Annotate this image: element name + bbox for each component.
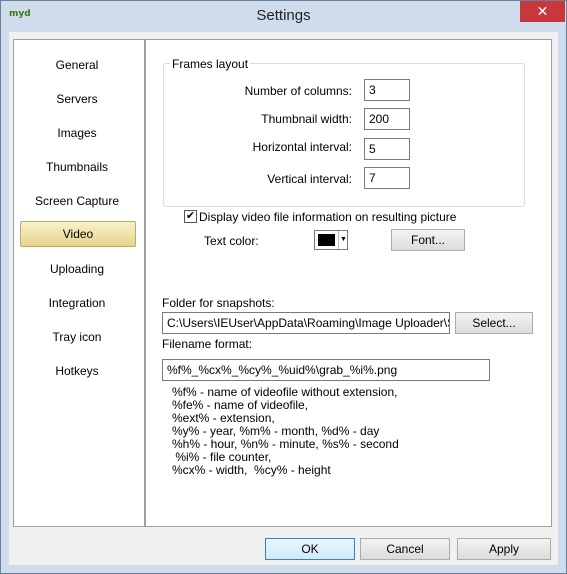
sidebar-item-uploading[interactable]: Uploading <box>20 256 134 282</box>
vertical-interval-label: Vertical interval: <box>267 172 352 186</box>
sidebar-item-images[interactable]: Images <box>20 120 134 146</box>
help-line: %fe% - name of videofile, <box>172 398 309 412</box>
columns-label: Number of columns: <box>244 84 352 98</box>
sidebar-item-tray-icon[interactable]: Tray icon <box>20 324 134 350</box>
sidebar-item-thumbnails[interactable]: Thumbnails <box>20 154 134 180</box>
close-button[interactable]: ✕ <box>520 1 565 22</box>
settings-window: myd Settings ✕ General Servers Images Th… <box>0 0 567 574</box>
text-color-label: Text color: <box>204 234 259 248</box>
video-settings-panel: Frames layout Number of columns: 3 Thumb… <box>145 39 552 527</box>
vertical-interval-input[interactable]: 7 <box>364 167 410 189</box>
display-info-checkbox[interactable]: ✔ <box>184 210 197 223</box>
help-line: %y% - year, %m% - month, %d% - day <box>172 424 380 438</box>
apply-button[interactable]: Apply <box>457 538 551 560</box>
thumbnail-width-input[interactable]: 200 <box>364 108 410 130</box>
color-swatch <box>318 234 335 246</box>
font-button[interactable]: Font... <box>391 229 465 251</box>
display-info-label[interactable]: Display video file information on result… <box>199 210 456 224</box>
select-folder-button[interactable]: Select... <box>455 312 533 334</box>
sidebar-item-hotkeys[interactable]: Hotkeys <box>20 358 134 384</box>
chevron-down-icon: ▼ <box>338 231 348 249</box>
snapshot-folder-label: Folder for snapshots: <box>162 296 275 310</box>
cancel-button[interactable]: Cancel <box>360 538 450 560</box>
columns-input[interactable]: 3 <box>364 79 410 101</box>
horizontal-interval-input[interactable]: 5 <box>364 138 410 160</box>
settings-sidebar: General Servers Images Thumbnails Screen… <box>13 39 145 527</box>
window-title: Settings <box>256 7 311 24</box>
help-line: %ext% - extension, <box>172 411 275 425</box>
sidebar-item-integration[interactable]: Integration <box>20 290 134 316</box>
snapshot-folder-input[interactable]: C:\Users\IEUser\AppData\Roaming\Image Up… <box>162 312 450 334</box>
dialog-body: General Servers Images Thumbnails Screen… <box>9 32 558 565</box>
filename-format-label: Filename format: <box>162 337 253 351</box>
horizontal-interval-label: Horizontal interval: <box>252 140 352 154</box>
help-line: %i% - file counter, <box>172 450 272 464</box>
sidebar-item-screen-capture[interactable]: Screen Capture <box>20 188 134 214</box>
title-bar[interactable]: myd Settings ✕ <box>1 1 566 32</box>
help-line: %h% - hour, %n% - minute, %s% - second <box>172 437 399 451</box>
frames-layout-legend: Frames layout <box>170 57 251 71</box>
ok-button[interactable]: OK <box>265 538 355 560</box>
filename-format-input[interactable]: %f%_%cx%_%cy%_%uid%\grab_%i%.png <box>162 359 490 381</box>
help-line: %cx% - width, %cy% - height <box>172 463 331 477</box>
sidebar-item-general[interactable]: General <box>20 52 134 78</box>
sidebar-item-video[interactable]: Video <box>20 221 136 247</box>
text-color-picker[interactable]: ▼ <box>314 230 348 250</box>
sidebar-item-servers[interactable]: Servers <box>20 86 134 112</box>
help-line: %f% - name of videofile without extensio… <box>172 385 398 399</box>
thumbnail-width-label: Thumbnail width: <box>261 112 352 126</box>
